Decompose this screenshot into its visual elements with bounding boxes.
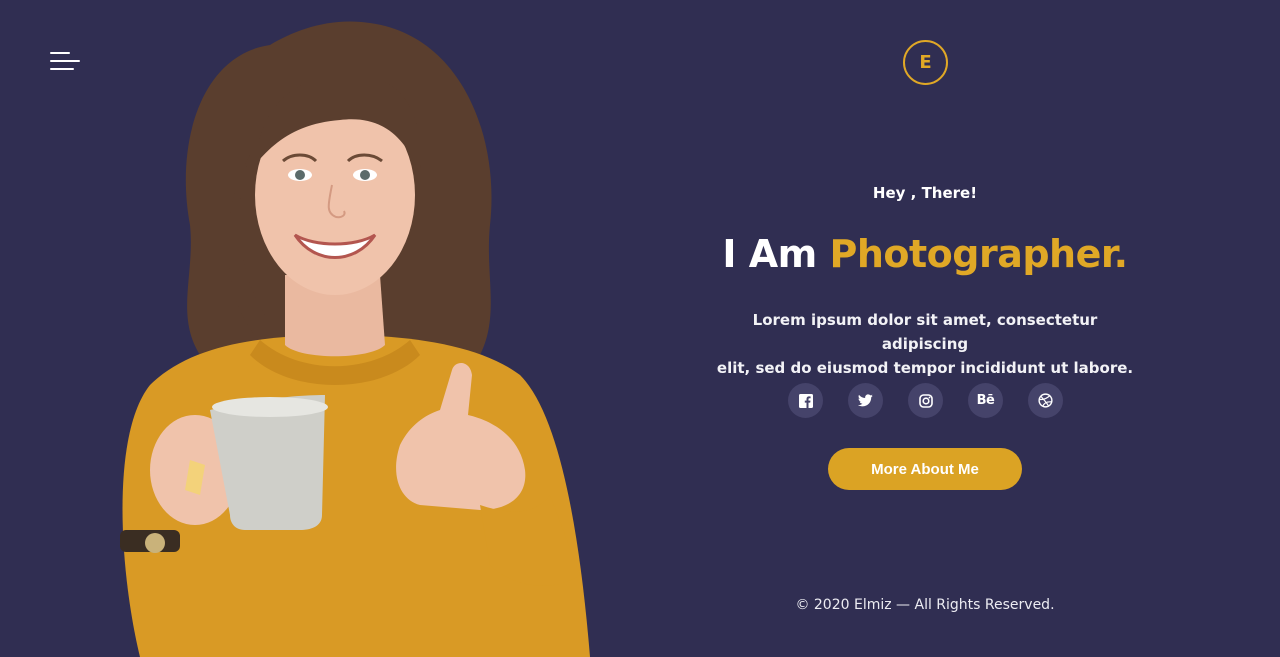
copyright-text: © 2020 Elmiz — All Rights Reserved.: [795, 597, 1055, 613]
instagram-link[interactable]: [908, 383, 943, 418]
more-about-me-button[interactable]: More About Me: [828, 448, 1022, 490]
behance-icon: Bē: [976, 393, 995, 408]
headline: I Am Photographer.: [690, 232, 1160, 276]
dribbble-link[interactable]: [1028, 383, 1063, 418]
brand-logo[interactable]: E: [903, 40, 948, 85]
twitter-link[interactable]: [848, 383, 883, 418]
description-line: elit, sed do eiusmod tempor incididunt u…: [716, 359, 1134, 377]
dribbble-icon: [1038, 393, 1053, 408]
twitter-icon: [858, 394, 873, 407]
social-links: Bē: [788, 383, 1063, 418]
hero-photo: [120, 21, 590, 657]
facebook-icon: [798, 393, 813, 408]
headline-prefix: I Am: [722, 232, 830, 276]
facebook-link[interactable]: [788, 383, 823, 418]
behance-link[interactable]: Bē: [968, 383, 1003, 418]
menu-line: [50, 52, 70, 54]
description-line: Lorem ipsum dolor sit amet, consectetur …: [752, 311, 1098, 353]
hero-description: Lorem ipsum dolor sit amet, consectetur …: [715, 308, 1135, 380]
headline-accent: Photographer.: [829, 232, 1128, 276]
menu-line: [50, 60, 80, 62]
menu-line: [50, 68, 74, 70]
greeting-text: Hey , There!: [872, 184, 978, 202]
menu-toggle-button[interactable]: [50, 52, 82, 72]
instagram-icon: [918, 393, 933, 408]
